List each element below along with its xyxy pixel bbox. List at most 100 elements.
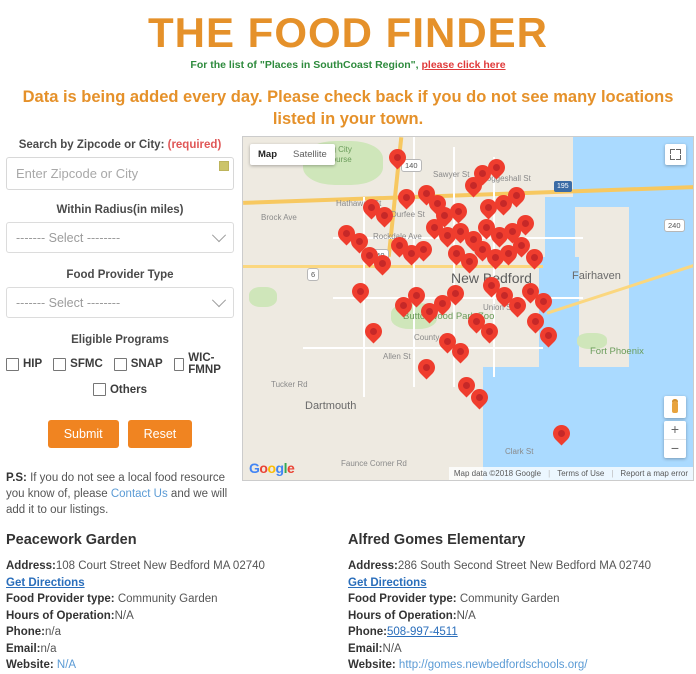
listing-email-value: N/A	[382, 642, 402, 655]
search-input-wrapper	[6, 157, 234, 190]
google-map[interactable]: Whaling CityGolf CourseSawyer StCoggesha…	[242, 136, 694, 481]
listing-phone: Phone:508-997-4511	[348, 624, 678, 641]
map-label: Clark St	[505, 447, 534, 456]
listing-type-value: Community Garden	[459, 593, 560, 605]
map-label: Faunce Corner Rd	[341, 459, 407, 468]
divider: |	[548, 469, 551, 478]
listing-website-value[interactable]: N/A	[57, 659, 76, 671]
listing-phone-value: n/a	[44, 626, 61, 638]
places-list-link[interactable]: please click here	[422, 59, 506, 71]
map-column: Whaling CityGolf CourseSawyer StCoggesha…	[242, 136, 694, 481]
listing-hours-label: Hours of Operation:	[348, 609, 457, 622]
listing-type: Food Provider type: Community Garden	[348, 591, 678, 608]
map-type-satellite-button[interactable]: Satellite	[285, 144, 335, 165]
listing-phone-value[interactable]: 508-997-4511	[387, 626, 458, 638]
page-header: THE FOOD FINDER For the list of "Places …	[0, 0, 696, 72]
listing-address-value: 286 South Second Street New Bedford MA 0…	[397, 560, 652, 572]
map-data-attribution: Map data ©2018 Google	[453, 469, 542, 478]
map-route-shield: 6	[307, 268, 320, 281]
zipcode-label-text: Search by Zipcode or City:	[18, 139, 165, 151]
get-directions-link[interactable]: Get Directions	[348, 575, 427, 592]
radius-label: Within Radius(in miles)	[56, 204, 184, 216]
listing-card: Alfred Gomes Elementary Address:286 Sout…	[348, 532, 690, 674]
checkbox-snap-label: SNAP	[130, 358, 163, 370]
listing-hours-label: Hours of Operation:	[6, 609, 115, 622]
report-map-error-link[interactable]: Report a map error	[620, 469, 688, 478]
map-label: Brock Ave	[261, 213, 297, 222]
checkbox-box-icon[interactable]	[92, 383, 106, 396]
radius-select[interactable]: ------- Select --------	[6, 222, 234, 253]
checkbox-hip-label: HIP	[23, 358, 43, 370]
listing-hours: Hours of Operation:N/A	[348, 608, 678, 625]
checkbox-snap[interactable]: SNAP	[113, 357, 163, 371]
checkbox-box-icon[interactable]	[6, 357, 19, 371]
listing-title: Peacework Garden	[6, 532, 137, 548]
map-route-shield: 240	[664, 219, 685, 232]
listing-email: Email:N/A	[348, 641, 678, 658]
fullscreen-icon[interactable]	[665, 144, 686, 165]
listing-email-label: Email:	[348, 642, 383, 655]
form-buttons: Submit Reset	[6, 420, 234, 448]
zoom-out-button[interactable]: −	[664, 440, 686, 458]
chevron-down-icon	[211, 292, 227, 307]
reset-button[interactable]: Reset	[127, 420, 193, 448]
subtitle-text: For the list of "Places in SouthCoast Re…	[190, 59, 419, 71]
checkbox-box-icon[interactable]	[113, 357, 127, 371]
provider-type-label: Food Provider Type	[66, 269, 174, 281]
listing-address: Address:286 South Second Street New Bedf…	[348, 558, 678, 575]
map-park-west	[249, 287, 277, 307]
checkbox-sfmc[interactable]: SFMC	[53, 357, 103, 371]
ps-note: P.S: If you do not see a local food reso…	[6, 470, 234, 518]
submit-button[interactable]: Submit	[47, 420, 119, 448]
zipcode-label: Search by Zipcode or City: (required)	[6, 138, 234, 152]
results-listings: Peacework Garden Address:108 Court Stree…	[0, 518, 696, 674]
checkbox-others[interactable]: Others	[92, 383, 148, 396]
map-label: Dartmouth	[305, 400, 357, 412]
map-label: Sawyer St	[433, 170, 470, 179]
map-label: Durfee St	[391, 210, 425, 219]
chevron-down-icon	[211, 227, 227, 242]
listing-website-value[interactable]: http://gomes.newbedfordschools.org/	[399, 659, 588, 671]
listing-phone: Phone:n/a	[6, 624, 336, 641]
listing-email-value: n/a	[40, 642, 57, 655]
checkbox-hip[interactable]: HIP	[6, 357, 43, 371]
listing-card: Peacework Garden Address:108 Court Stree…	[6, 532, 348, 674]
autocomplete-icon	[219, 161, 229, 171]
checkbox-box-icon[interactable]	[173, 357, 185, 371]
checkbox-wic-fmnp-label: WIC-FMNP	[188, 352, 221, 376]
map-label: Fort Phoenix	[590, 346, 644, 357]
programs-row-2: Others	[6, 383, 234, 396]
listing-website-label: Website:	[348, 659, 396, 671]
map-route-shield: 195	[554, 181, 572, 192]
required-tag: (required)	[167, 139, 222, 151]
listing-phone-label: Phone:	[348, 626, 387, 638]
listing-address-value: 108 Court Street New Bedford MA 02740	[55, 560, 265, 572]
checkbox-others-label: Others	[109, 383, 148, 396]
subtitle: For the list of "Places in SouthCoast Re…	[0, 58, 696, 72]
listing-website-label: Website:	[6, 659, 54, 671]
search-input[interactable]	[6, 157, 234, 190]
listing-email: Email:n/a	[6, 641, 336, 658]
listing-type-label: Food Provider type:	[348, 593, 457, 605]
listing-type: Food Provider type: Community Garden	[6, 591, 336, 608]
map-type-control[interactable]: Map Satellite	[250, 144, 335, 165]
listing-hours-value: N/A	[114, 609, 134, 622]
checkbox-sfmc-label: SFMC	[70, 358, 103, 370]
listing-phone-label: Phone:	[6, 626, 45, 638]
get-directions-link[interactable]: Get Directions	[6, 575, 85, 592]
provider-type-select[interactable]: ------- Select --------	[6, 287, 234, 318]
radius-select-value: ------- Select --------	[16, 230, 121, 245]
listing-directions-row: Get Directions	[348, 575, 678, 592]
zoom-in-button[interactable]: +	[664, 421, 686, 439]
divider: |	[611, 469, 614, 478]
street-view-pegman-icon[interactable]	[664, 396, 686, 418]
map-type-map-button[interactable]: Map	[250, 144, 285, 165]
listing-website: Website: N/A	[6, 657, 336, 674]
listing-type-label: Food Provider type:	[6, 593, 115, 605]
map-zoom-control[interactable]: + −	[664, 421, 686, 458]
provider-type-select-value: ------- Select --------	[16, 295, 121, 310]
terms-of-use-link[interactable]: Terms of Use	[557, 469, 604, 478]
contact-us-link[interactable]: Contact Us	[111, 488, 168, 500]
checkbox-box-icon[interactable]	[53, 357, 67, 371]
checkbox-wic-fmnp[interactable]: WIC-FMNP	[173, 352, 234, 376]
